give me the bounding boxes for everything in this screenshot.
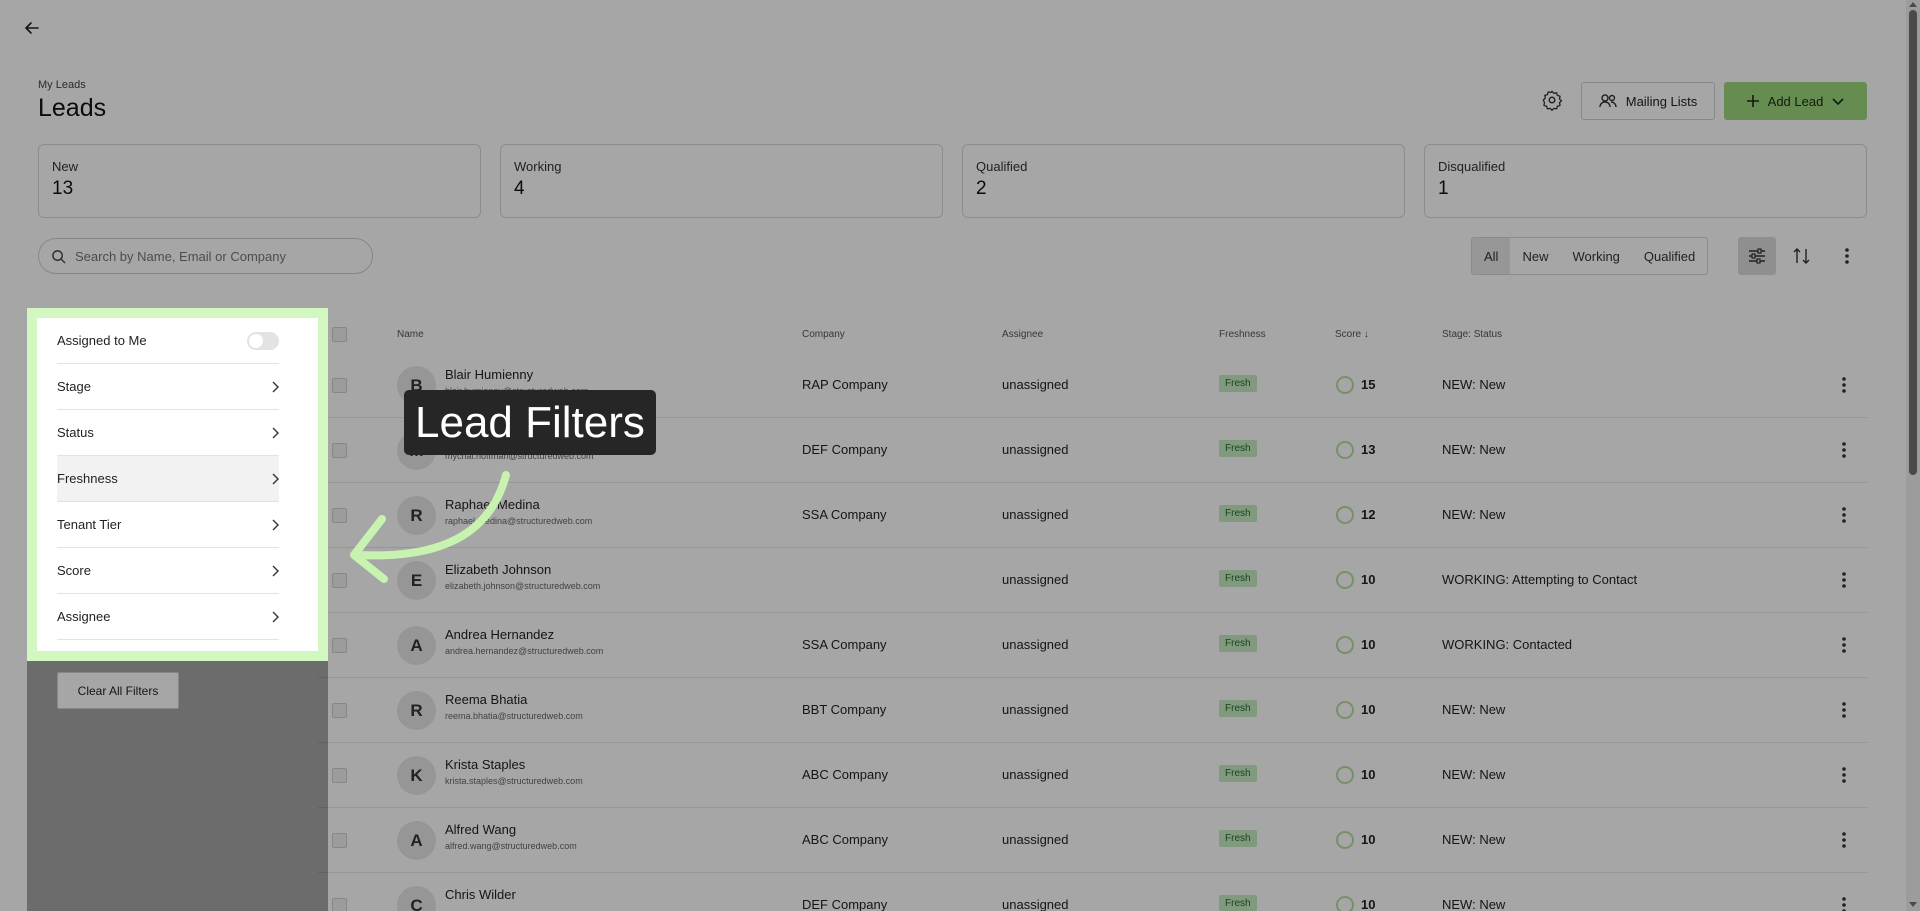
dim-overlay — [0, 0, 27, 911]
filter-score[interactable]: Score — [57, 548, 279, 594]
chevron-right-icon — [271, 473, 279, 485]
scroll-down-icon[interactable] — [1909, 902, 1917, 907]
assigned-to-me-toggle[interactable] — [247, 331, 279, 350]
chevron-right-icon — [271, 427, 279, 439]
filter-tenant-tier[interactable]: Tenant Tier — [57, 502, 279, 548]
filter-label: Score — [57, 563, 91, 578]
filter-label: Freshness — [57, 471, 118, 486]
chevron-right-icon — [271, 565, 279, 577]
filter-panel-highlight: Assigned to Me Stage Status Freshness Te… — [27, 308, 328, 661]
filter-label: Tenant Tier — [57, 517, 122, 532]
filter-panel: Assigned to Me Stage Status Freshness Te… — [37, 318, 318, 651]
filter-stage[interactable]: Stage — [57, 364, 279, 410]
dim-overlay — [328, 0, 1920, 911]
filter-label: Status — [57, 425, 94, 440]
scroll-up-icon[interactable] — [1909, 2, 1917, 7]
scrollbar-thumb[interactable] — [1909, 10, 1917, 475]
filter-assigned-to-me[interactable]: Assigned to Me — [57, 318, 279, 364]
filter-freshness[interactable]: Freshness — [57, 456, 279, 502]
dim-overlay — [27, 0, 328, 308]
dim-overlay — [27, 661, 328, 911]
page-scrollbar[interactable] — [1906, 0, 1920, 911]
chevron-right-icon — [271, 519, 279, 531]
lead-filters-callout: Lead Filters — [404, 390, 656, 455]
filter-label: Assignee — [57, 609, 111, 624]
filter-label: Assigned to Me — [57, 333, 147, 348]
chevron-right-icon — [271, 611, 279, 623]
filter-assignee[interactable]: Assignee — [57, 594, 279, 640]
curved-arrow-icon — [350, 471, 510, 583]
filter-status[interactable]: Status — [57, 410, 279, 456]
filter-label: Stage — [57, 379, 91, 394]
chevron-right-icon — [271, 381, 279, 393]
